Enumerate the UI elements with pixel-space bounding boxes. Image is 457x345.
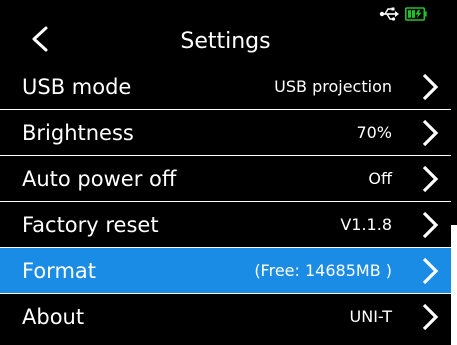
chevron-right-icon[interactable] (421, 302, 439, 332)
row-value: USB projection (274, 77, 392, 96)
row-label: Format (22, 259, 97, 283)
row-label: Factory reset (22, 213, 159, 237)
screen-edge-divider (451, 225, 457, 345)
settings-row-brightness[interactable]: Brightness 70% (0, 110, 451, 156)
settings-row-usb-mode[interactable]: USB mode USB projection (0, 64, 451, 110)
settings-row-auto-power-off[interactable]: Auto power off Off (0, 156, 451, 202)
row-value: 70% (356, 123, 392, 142)
row-value: V1.1.8 (340, 215, 392, 234)
settings-row-format[interactable]: Format (Free: 14685MB ) (0, 248, 451, 294)
chevron-right-icon[interactable] (421, 118, 439, 148)
row-value: UNI-T (349, 307, 392, 326)
row-label: About (22, 305, 85, 329)
chevron-right-icon[interactable] (421, 164, 439, 194)
device-screen: Settings USB mode USB projection Brightn… (0, 0, 457, 345)
row-value: (Free: 14685MB ) (254, 261, 392, 280)
row-label: Brightness (22, 121, 134, 145)
usb-icon (379, 7, 399, 21)
battery-charging-icon (405, 7, 427, 21)
page-title: Settings (180, 29, 271, 54)
chevron-right-icon[interactable] (421, 72, 439, 102)
row-label: USB mode (22, 75, 132, 99)
row-value: Off (368, 169, 392, 188)
settings-list: USB mode USB projection Brightness 70% A… (0, 64, 451, 340)
settings-row-about[interactable]: About UNI-T (0, 294, 451, 340)
status-icons (379, 6, 427, 22)
chevron-right-icon[interactable] (421, 210, 439, 240)
settings-row-factory-reset[interactable]: Factory reset V1.1.8 (0, 202, 451, 248)
chevron-right-icon[interactable] (421, 256, 439, 286)
row-label: Auto power off (22, 167, 177, 191)
header-bar: Settings (0, 0, 451, 64)
